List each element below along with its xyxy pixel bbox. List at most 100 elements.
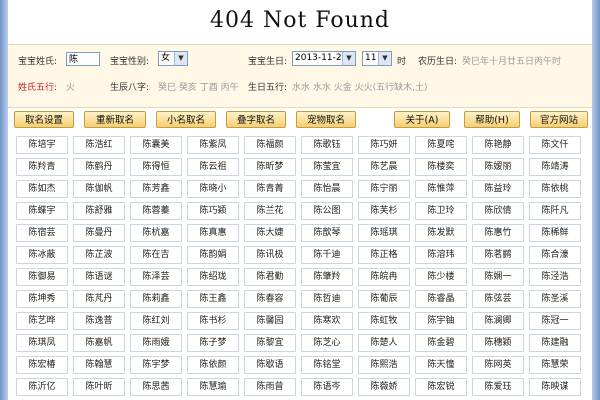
name-cell[interactable]: 陈绍珑 — [187, 268, 239, 286]
naming-settings-button[interactable]: 取名设置 — [14, 111, 74, 128]
name-cell[interactable]: 陈歆琴 — [301, 224, 353, 242]
name-cell[interactable]: 陈圣溪 — [529, 290, 581, 308]
name-cell[interactable]: 陈冰蔽 — [16, 246, 68, 264]
name-cell[interactable]: 陈宏锐 — [415, 378, 467, 396]
name-cell[interactable]: 陈叶昕 — [73, 378, 125, 396]
help-button[interactable]: 帮助(H) — [464, 111, 520, 128]
name-cell[interactable]: 陈沂亿 — [16, 378, 68, 396]
name-cell[interactable]: 陈泾浩 — [529, 268, 581, 286]
about-button[interactable]: 关于(A) — [394, 111, 450, 128]
name-cell[interactable]: 陈讯极 — [244, 246, 296, 264]
name-cell[interactable]: 陈爱珏 — [472, 378, 524, 396]
birth-hour-select[interactable]: 11 ▼ — [362, 51, 392, 66]
name-cell[interactable]: 陈艳静 — [472, 136, 524, 154]
name-cell[interactable]: 陈歌钰 — [301, 136, 353, 154]
name-cell[interactable]: 陈鹤丹 — [73, 158, 125, 176]
gender-select[interactable]: 女 ▼ — [158, 51, 188, 66]
name-cell[interactable]: 陈大婕 — [244, 224, 296, 242]
name-cell[interactable]: 陈浩红 — [73, 136, 125, 154]
name-cell[interactable]: 陈嫒丽 — [472, 158, 524, 176]
name-cell[interactable]: 陈公图 — [301, 202, 353, 220]
double-character-name-button[interactable]: 叠字取名 — [226, 111, 286, 128]
name-cell[interactable]: 陈得恒 — [130, 158, 182, 176]
name-cell[interactable]: 陈琪凤 — [16, 334, 68, 352]
official-website-button[interactable]: 官方网站 — [530, 111, 588, 128]
name-cell[interactable]: 陈艺晔 — [16, 312, 68, 330]
name-cell[interactable]: 陈云祖 — [187, 158, 239, 176]
pet-name-button[interactable]: 宠物取名 — [296, 111, 356, 128]
name-cell[interactable]: 陈芷波 — [73, 246, 125, 264]
name-cell[interactable]: 陈福颜 — [244, 136, 296, 154]
name-cell[interactable]: 陈楼奕 — [415, 158, 467, 176]
name-cell[interactable]: 陈铭堂 — [301, 356, 353, 374]
name-cell[interactable]: 陈如杰 — [16, 180, 68, 198]
rename-button[interactable]: 重新取名 — [84, 111, 146, 128]
name-cell[interactable]: 陈书杉 — [187, 312, 239, 330]
name-cell[interactable]: 陈莹宜 — [301, 158, 353, 176]
name-cell[interactable]: 陈紫凤 — [187, 136, 239, 154]
name-cell[interactable]: 陈泽芸 — [130, 268, 182, 286]
name-cell[interactable]: 陈艺晨 — [358, 158, 410, 176]
name-cell[interactable]: 陈阡凡 — [529, 202, 581, 220]
name-cell[interactable]: 陈馨园 — [244, 312, 296, 330]
name-cell[interactable]: 陈弦芸 — [472, 290, 524, 308]
name-cell[interactable]: 陈舒雅 — [73, 202, 125, 220]
name-cell[interactable]: 陈穗颖 — [472, 334, 524, 352]
name-cell[interactable]: 陈哲迪 — [301, 290, 353, 308]
name-cell[interactable]: 陈昕梦 — [244, 158, 296, 176]
name-cell[interactable]: 陈逸菩 — [73, 312, 125, 330]
name-cell[interactable]: 陈巧颖 — [187, 202, 239, 220]
name-cell[interactable]: 陈宏椿 — [16, 356, 68, 374]
name-cell[interactable]: 陈兰花 — [244, 202, 296, 220]
name-cell[interactable]: 陈真惠 — [187, 224, 239, 242]
name-cell[interactable]: 陈曼丹 — [73, 224, 125, 242]
name-cell[interactable]: 陈建融 — [529, 334, 581, 352]
name-cell[interactable]: 陈肇羚 — [301, 268, 353, 286]
name-cell[interactable]: 陈欣倩 — [472, 202, 524, 220]
name-cell[interactable]: 陈芙杉 — [358, 202, 410, 220]
name-cell[interactable]: 陈雨娥 — [130, 334, 182, 352]
name-cell[interactable]: 陈网英 — [472, 356, 524, 374]
name-cell[interactable]: 陈娴一 — [472, 268, 524, 286]
name-cell[interactable]: 陈依颜 — [187, 356, 239, 374]
name-cell[interactable]: 陈培宇 — [16, 136, 68, 154]
name-cell[interactable]: 陈少楼 — [415, 268, 467, 286]
name-cell[interactable]: 陈皖冉 — [358, 268, 410, 286]
name-cell[interactable]: 陈杭嘉 — [130, 224, 182, 242]
name-cell[interactable]: 陈歇语 — [244, 356, 296, 374]
name-cell[interactable]: 陈宿芸 — [16, 224, 68, 242]
name-cell[interactable]: 陈靖涛 — [529, 158, 581, 176]
name-cell[interactable]: 陈蝶宇 — [16, 202, 68, 220]
name-cell[interactable]: 陈语岑 — [301, 378, 353, 396]
name-cell[interactable]: 陈宁丽 — [358, 180, 410, 198]
name-cell[interactable]: 陈语谜 — [73, 268, 125, 286]
name-cell[interactable]: 陈宇梦 — [130, 356, 182, 374]
name-cell[interactable]: 陈卫玲 — [415, 202, 467, 220]
name-cell[interactable]: 陈坤秀 — [16, 290, 68, 308]
birthday-date-picker[interactable]: 2013-11-27 ▼ — [292, 51, 356, 66]
name-cell[interactable]: 陈青菁 — [244, 180, 296, 198]
name-cell[interactable]: 陈芳鑫 — [130, 180, 182, 198]
name-cell[interactable]: 陈合濠 — [529, 246, 581, 264]
name-cell[interactable]: 陈韵娟 — [187, 246, 239, 264]
name-cell[interactable]: 陈思茜 — [130, 378, 182, 396]
name-cell[interactable]: 陈雨曾 — [244, 378, 296, 396]
name-cell[interactable]: 陈薇娇 — [358, 378, 410, 396]
name-cell[interactable]: 陈宇铀 — [415, 312, 467, 330]
name-cell[interactable]: 陈葡辰 — [358, 290, 410, 308]
name-cell[interactable]: 陈蓉蓁 — [130, 202, 182, 220]
name-cell[interactable]: 陈熙浩 — [358, 356, 410, 374]
name-cell[interactable]: 陈澜卿 — [472, 312, 524, 330]
name-cell[interactable]: 陈在吉 — [130, 246, 182, 264]
name-cell[interactable]: 陈惟萍 — [415, 180, 467, 198]
name-cell[interactable]: 陈楚人 — [358, 334, 410, 352]
name-cell[interactable]: 陈子梦 — [187, 334, 239, 352]
name-cell[interactable]: 陈莉鑫 — [130, 290, 182, 308]
nickname-button[interactable]: 小名取名 — [156, 111, 216, 128]
name-cell[interactable]: 陈茗鹂 — [472, 246, 524, 264]
name-cell[interactable]: 陈天憧 — [415, 356, 467, 374]
name-cell[interactable]: 陈惠竹 — [472, 224, 524, 242]
name-cell[interactable]: 陈春容 — [244, 290, 296, 308]
name-cell[interactable]: 陈羚青 — [16, 158, 68, 176]
name-cell[interactable]: 陈芝心 — [301, 334, 353, 352]
